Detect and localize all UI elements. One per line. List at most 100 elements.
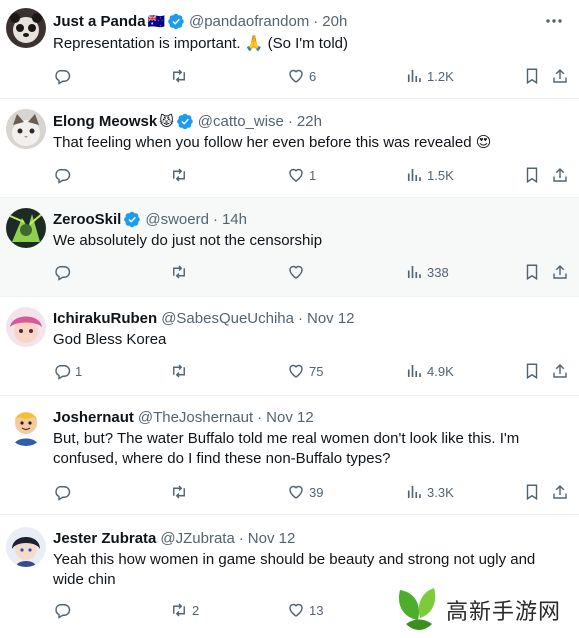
display-name[interactable]: Joshernaut	[53, 409, 134, 426]
tweet-item[interactable]: IchirakuRuben @SabesQueUchiha · Nov 12 G…	[0, 297, 579, 396]
repost-button[interactable]	[170, 361, 192, 381]
name-flag-emoji: 🇦🇺	[147, 13, 165, 29]
bookmark-button[interactable]	[523, 66, 541, 86]
heart-icon	[289, 69, 303, 83]
user-handle[interactable]: @pandaofrandom	[189, 13, 309, 30]
separator-dot: ·	[313, 12, 319, 30]
tweet-header: ZerooSkil @swoerd · 14h	[53, 209, 247, 229]
bookmark-button[interactable]	[523, 482, 541, 502]
timestamp[interactable]: Nov 12	[248, 530, 296, 547]
views-button[interactable]: 338	[405, 262, 449, 282]
repost-button[interactable]	[170, 66, 192, 86]
repost-button[interactable]	[170, 165, 192, 185]
views-chart-icon	[407, 169, 421, 181]
like-button[interactable]	[287, 262, 309, 282]
watermark-text: 高新手游网	[446, 600, 562, 625]
repost-count: 2	[192, 602, 200, 618]
bookmark-button[interactable]	[523, 361, 541, 381]
avatar[interactable]	[6, 109, 46, 149]
user-handle[interactable]: @SabesQueUchiha	[161, 310, 294, 327]
reply-button[interactable]	[53, 482, 75, 502]
repost-icon	[173, 364, 185, 378]
repost-button[interactable]	[170, 482, 192, 502]
avatar[interactable]	[6, 527, 46, 567]
tweet-text: That feeling when you follow her even be…	[53, 134, 492, 151]
views-button[interactable]: 1.5K	[405, 165, 454, 185]
avatar[interactable]	[6, 208, 46, 248]
repost-icon	[173, 603, 185, 617]
reply-button[interactable]	[53, 262, 75, 282]
avatar[interactable]	[6, 406, 46, 446]
share-button[interactable]	[551, 165, 569, 185]
views-button[interactable]: 1.2K	[405, 66, 454, 86]
reply-button[interactable]	[53, 165, 75, 185]
views-chart-icon	[407, 70, 421, 82]
timestamp[interactable]: 14h	[222, 211, 247, 228]
like-count: 6	[309, 68, 317, 84]
repost-icon	[173, 168, 185, 182]
display-name[interactable]: IchirakuRuben	[53, 310, 157, 327]
display-name[interactable]: Elong Meowsk	[53, 113, 157, 130]
like-button[interactable]: 6	[287, 66, 316, 86]
heart-icon	[289, 364, 303, 378]
tweet-item[interactable]: Just a Panda 🇦🇺 @pandaofrandom · 20h Rep…	[0, 0, 579, 99]
avatar[interactable]	[6, 8, 46, 48]
share-button[interactable]	[551, 262, 569, 282]
reply-count: 1	[75, 363, 83, 379]
reply-icon	[55, 169, 71, 184]
timestamp[interactable]: 22h	[297, 113, 322, 130]
share-icon	[553, 363, 567, 378]
display-name[interactable]: Jester Zubrata	[53, 530, 156, 547]
more-options-icon[interactable]	[543, 11, 565, 31]
reply-button[interactable]	[53, 66, 75, 86]
views-button[interactable]: 4.9K	[405, 361, 454, 381]
like-count: 1	[309, 167, 317, 183]
reply-button[interactable]: 1	[53, 361, 82, 381]
separator-dot: ·	[257, 408, 263, 426]
action-bar: 1 1.5K	[53, 165, 567, 185]
share-button[interactable]	[551, 66, 569, 86]
separator-dot: ·	[287, 112, 293, 130]
like-button[interactable]: 1	[287, 165, 316, 185]
bookmark-icon	[526, 68, 538, 85]
view-count: 4.9K	[427, 363, 454, 379]
action-bar: 39 3.3K	[53, 482, 567, 502]
user-handle[interactable]: @swoerd	[145, 211, 209, 228]
site-watermark: 高新手游网	[392, 582, 579, 638]
timestamp[interactable]: 20h	[322, 13, 347, 30]
reply-icon	[55, 266, 71, 281]
repost-button[interactable]: 2	[170, 600, 199, 620]
like-button[interactable]: 75	[287, 361, 323, 381]
bookmark-button[interactable]	[523, 262, 541, 282]
avatar[interactable]	[6, 307, 46, 347]
repost-button[interactable]	[170, 262, 192, 282]
timestamp[interactable]: Nov 12	[266, 409, 314, 426]
views-button[interactable]: 3.3K	[405, 482, 454, 502]
user-handle[interactable]: @catto_wise	[198, 113, 284, 130]
display-name[interactable]: ZerooSkil	[53, 211, 121, 228]
share-icon	[553, 167, 567, 182]
tweet-header: Joshernaut @TheJoshernaut · Nov 12	[53, 407, 314, 427]
tweet-header: Just a Panda 🇦🇺 @pandaofrandom · 20h	[53, 11, 347, 31]
like-button[interactable]: 39	[287, 482, 323, 502]
bookmark-button[interactable]	[523, 165, 541, 185]
tweet-item[interactable]: Elong Meowsk 😾 @catto_wise · 22h That fe…	[0, 99, 579, 198]
bookmark-icon	[526, 363, 538, 380]
share-button[interactable]	[551, 361, 569, 381]
reply-icon	[55, 604, 71, 619]
reply-feed: Just a Panda 🇦🇺 @pandaofrandom · 20h Rep…	[0, 0, 579, 638]
tweet-item[interactable]: Joshernaut @TheJoshernaut · Nov 12 But, …	[0, 396, 579, 515]
tweet-text: We absolutely do just not the censorship	[53, 232, 323, 249]
repost-icon	[173, 485, 185, 499]
like-button[interactable]: 13	[287, 600, 323, 620]
share-button[interactable]	[551, 482, 569, 502]
action-bar: 338	[53, 262, 567, 282]
user-handle[interactable]: @TheJoshernaut	[138, 409, 253, 426]
tweet-item[interactable]: ZerooSkil @swoerd · 14h We absolutely do…	[0, 198, 579, 297]
reply-button[interactable]	[53, 600, 75, 620]
timestamp[interactable]: Nov 12	[307, 310, 355, 327]
display-name[interactable]: Just a Panda	[53, 13, 146, 30]
user-handle[interactable]: @JZubrata	[160, 530, 234, 547]
like-count: 13	[309, 602, 324, 618]
separator-dot: ·	[298, 309, 303, 327]
